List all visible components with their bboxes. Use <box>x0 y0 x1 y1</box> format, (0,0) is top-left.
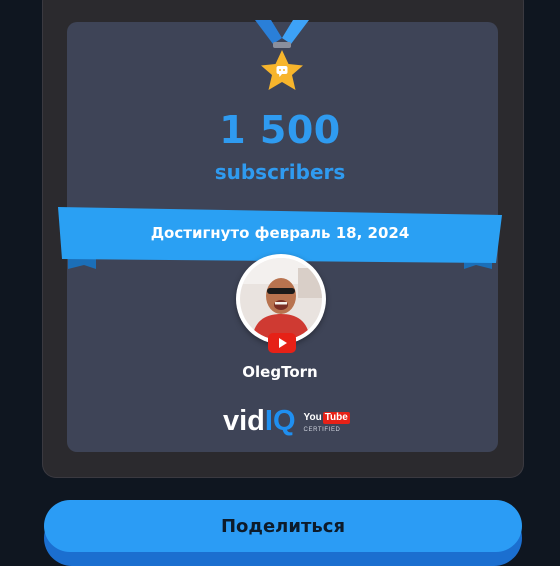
youtube-certified-logo: You Tube CERTIFIED <box>303 411 350 433</box>
share-button[interactable]: Поделиться <box>44 500 522 552</box>
branding-logos: vidIQ You Tube CERTIFIED <box>223 404 350 438</box>
subscriber-label: subscribers <box>214 160 346 184</box>
avatar <box>236 254 326 344</box>
subscriber-count: 1 500 <box>219 108 341 152</box>
channel-username: OlegTorn <box>242 363 318 381</box>
achieved-date-text: Достигнуто февраль 18, 2024 <box>150 224 410 242</box>
user-avatar-photo <box>240 258 322 340</box>
youtube-icon <box>268 333 296 353</box>
vidiq-logo: vidIQ <box>223 404 296 437</box>
medal-star-icon <box>255 20 309 90</box>
